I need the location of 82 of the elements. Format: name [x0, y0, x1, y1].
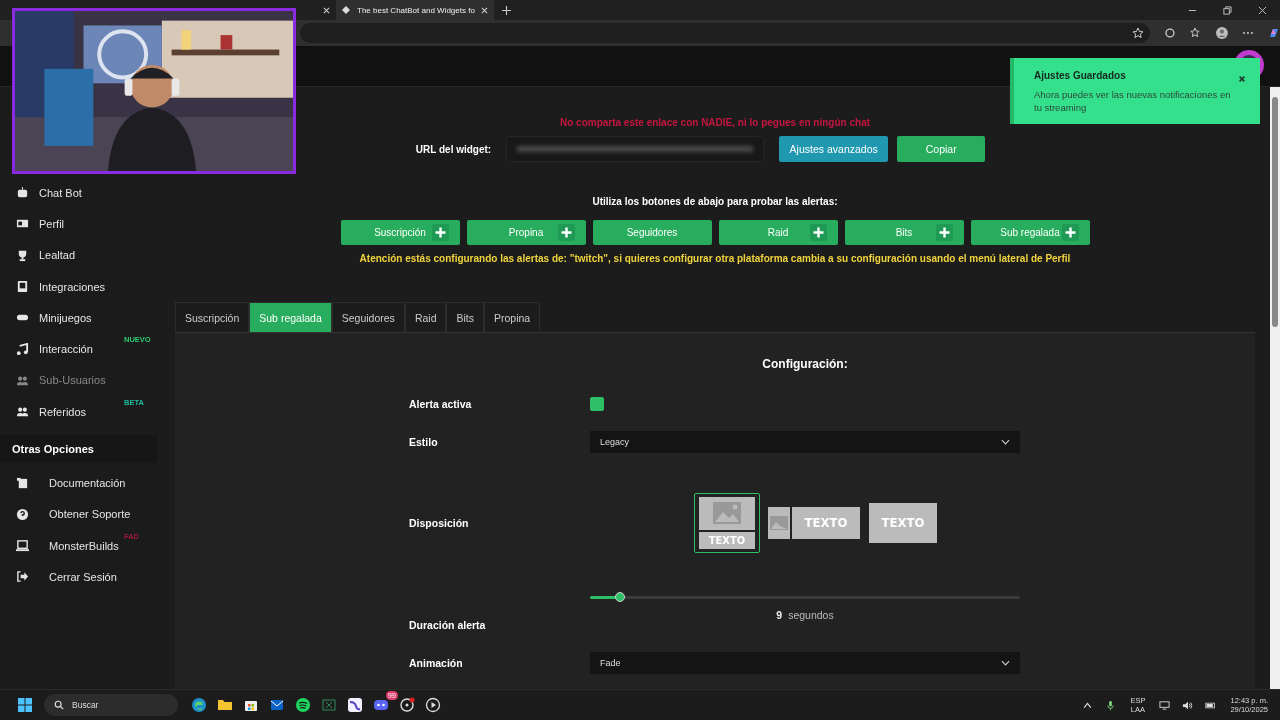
- tab[interactable]: Suscripción: [175, 302, 250, 332]
- users-icon: [16, 405, 29, 419]
- network-icon[interactable]: [1159, 699, 1171, 711]
- instruction-text: Utiliza los botones de abajo para probar las alertas:: [592, 196, 838, 207]
- profile-icon[interactable]: [1216, 27, 1229, 39]
- speaker-icon[interactable]: [1182, 699, 1194, 711]
- search-icon: [54, 700, 64, 710]
- text-sample: TEXTO: [699, 532, 755, 549]
- chevron-down-icon: [1001, 438, 1010, 445]
- sidebar-item[interactable]: Documentación: [0, 467, 158, 499]
- section-title: Configuración:: [761, 356, 849, 373]
- url-field[interactable]: [506, 136, 765, 162]
- section-heading: Otras Opciones: [0, 435, 158, 464]
- plus-icon: [431, 224, 449, 241]
- sidebar-item[interactable]: Cerrar Sesión: [0, 561, 158, 593]
- field-label: Animación: [408, 655, 464, 671]
- close-tab-icon[interactable]: [323, 6, 330, 14]
- laptop-icon: [16, 539, 29, 553]
- field-label: Estilo: [408, 434, 439, 450]
- sidebar-item[interactable]: Integraciones: [0, 270, 158, 303]
- notice-text: Atención estás configurando las alertas de: "twitch", si quieres configurar otra plataforma cambia a su configuración usando el menú lateral de Perfil: [359, 253, 1071, 264]
- robot-icon: [16, 186, 29, 200]
- field-label: Duración alerta: [408, 618, 487, 633]
- warning-text: No comparta este enlace con NADIE, ni lo pegues en ningún chat: [559, 117, 871, 130]
- toast-title: Ajustes Guardados: [1034, 70, 1127, 81]
- unit-label: segundos: [788, 609, 834, 621]
- select-field[interactable]: Legacy: [590, 430, 1020, 453]
- chevron-down-icon: [1001, 659, 1010, 666]
- scroll-icon: [16, 476, 29, 490]
- tablet-icon: [16, 280, 29, 294]
- field-label: Alerta activa: [408, 397, 473, 412]
- restore-icon[interactable]: [1223, 5, 1232, 15]
- close-tab-icon[interactable]: [480, 6, 488, 14]
- sidebar-item[interactable]: Perfil: [0, 208, 158, 240]
- slider-value: 9: [776, 609, 783, 621]
- microphone-icon[interactable]: [1105, 699, 1117, 711]
- chevron-up-icon[interactable]: [1082, 699, 1094, 711]
- sidebar-item[interactable]: Chat Bot: [0, 177, 158, 209]
- url-label: URL del widget:: [415, 143, 492, 155]
- search-field[interactable]: Buscar: [44, 694, 178, 716]
- checkbox[interactable]: [590, 397, 604, 411]
- folder-icon[interactable]: [217, 697, 233, 713]
- spreadsheet-icon[interactable]: [321, 697, 337, 713]
- toast-message: Ahora puedes ver las nuevas notificaciones en tu streaming: [1034, 88, 1232, 114]
- logout-icon: [16, 570, 29, 584]
- sidebar-item[interactable]: Minijuegos: [0, 302, 158, 334]
- browser-tab[interactable]: The best ChatBot and Widgets fo: [336, 0, 494, 20]
- music-app-icon[interactable]: [295, 697, 311, 713]
- plus-icon: [1061, 224, 1079, 241]
- question-icon: [16, 507, 29, 521]
- tab[interactable]: Bits: [446, 302, 484, 332]
- plus-icon: [557, 224, 575, 241]
- field-label: Disposición: [408, 516, 470, 531]
- star-icon[interactable]: [1132, 27, 1145, 39]
- windows-start-icon[interactable]: [17, 697, 33, 713]
- close-icon[interactable]: [1238, 75, 1246, 83]
- mail-icon[interactable]: [269, 697, 285, 713]
- favorites-icon[interactable]: [1190, 27, 1203, 39]
- sidebar-item[interactable]: Lealtad: [0, 239, 158, 271]
- tab[interactable]: Seguidores: [331, 302, 405, 332]
- select-field[interactable]: Fade: [590, 651, 1020, 674]
- sidebar-item[interactable]: Obtener Soporte: [0, 498, 158, 530]
- copilot-icon[interactable]: [1268, 27, 1280, 39]
- address-field[interactable]: [300, 23, 1151, 43]
- tab[interactable]: Propina: [484, 302, 541, 332]
- trophy-icon: [16, 248, 29, 262]
- plus-icon: [935, 224, 953, 241]
- image-icon: [699, 497, 755, 530]
- image-icon: [768, 507, 790, 539]
- new-tab-icon[interactable]: [501, 5, 511, 15]
- diamond-icon: [342, 6, 350, 14]
- browser-icon[interactable]: [191, 697, 207, 713]
- text-sample: TEXTO: [792, 507, 860, 539]
- text-sample: TEXTO: [880, 514, 926, 532]
- steering-wheel-icon[interactable]: [399, 697, 415, 713]
- chat-app-icon[interactable]: [373, 697, 389, 713]
- wave-app-icon[interactable]: [347, 697, 363, 713]
- music-icon: [16, 342, 29, 356]
- play-icon[interactable]: [425, 697, 441, 713]
- tab[interactable]: Raid: [404, 302, 447, 332]
- plus-icon: [809, 224, 827, 241]
- battery-icon[interactable]: [1205, 699, 1217, 711]
